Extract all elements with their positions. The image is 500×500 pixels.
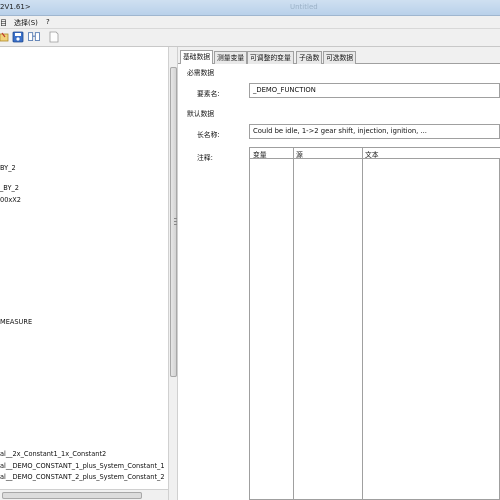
column-header-text[interactable]: 文本 bbox=[365, 149, 379, 159]
tree-horizontal-scroll-thumb[interactable] bbox=[2, 492, 142, 499]
tree-vertical-scroll-thumb[interactable] bbox=[170, 67, 177, 377]
tab-subfunctions[interactable]: 子函数 bbox=[296, 51, 323, 64]
tree-item[interactable]: MEASURE bbox=[0, 318, 32, 326]
tab-basic-data[interactable]: 基础数据 bbox=[180, 50, 214, 65]
tree-item[interactable]: al__DEMO_CONSTANT_1_plus_System_Constant… bbox=[0, 462, 165, 470]
comment-table-header: 变量 源 文本 bbox=[250, 148, 500, 159]
tab-bar: 基础数据 测量变量 可调整的变量 子函数 可选数据 bbox=[178, 50, 500, 65]
tab-optional-data[interactable]: 可选数据 bbox=[323, 51, 357, 64]
basic-data-panel: 必需数据 要素名: _DEMO_FUNCTION 默认数据 长名称: Could… bbox=[178, 64, 500, 500]
menu-bar: 目 选择(S) ? bbox=[0, 16, 500, 29]
document-icon[interactable] bbox=[48, 31, 60, 43]
tree-vertical-scrollbar[interactable] bbox=[168, 47, 178, 500]
title-bar: 2V1.61> Untitled bbox=[0, 0, 500, 16]
comment-table[interactable]: 变量 源 文本 bbox=[249, 147, 500, 500]
long-name-label: 长名称: bbox=[197, 131, 220, 139]
column-header-source[interactable]: 源 bbox=[296, 149, 303, 159]
tree-item[interactable]: al__2x_Constant1_1x_Constant2 bbox=[0, 450, 106, 458]
column-header-variable[interactable]: 变量 bbox=[253, 149, 267, 159]
menu-item-help[interactable]: ? bbox=[46, 18, 50, 26]
menu-item-select[interactable]: 选择(S) bbox=[14, 18, 38, 28]
column-divider bbox=[293, 148, 294, 500]
tree-panel: BY_2 _BY_2 00xX2 MEASURE al__2x_Constant… bbox=[0, 47, 168, 500]
window-ghost-title: Untitled bbox=[290, 3, 318, 11]
default-section-heading: 默认数据 bbox=[187, 110, 215, 118]
tree-item[interactable]: _BY_2 bbox=[0, 184, 19, 192]
tree-item[interactable]: al__DEMO_CONSTANT_2_plus_System_Constant… bbox=[0, 473, 165, 481]
tree-horizontal-scrollbar[interactable] bbox=[0, 489, 168, 500]
tab-measurement-variables[interactable]: 测量变量 bbox=[214, 51, 248, 64]
required-section-heading: 必需数据 bbox=[187, 69, 215, 77]
save-icon[interactable] bbox=[12, 31, 24, 43]
column-divider bbox=[362, 148, 363, 500]
comment-label: 注释: bbox=[197, 154, 213, 162]
tab-adjustable-variables[interactable]: 可调整的变量 bbox=[247, 51, 294, 64]
element-name-field[interactable]: _DEMO_FUNCTION bbox=[249, 83, 500, 98]
window-title: 2V1.61> bbox=[0, 3, 31, 11]
tree-item[interactable]: 00xX2 bbox=[0, 196, 21, 204]
toolbar bbox=[0, 29, 500, 47]
detail-panel: 基础数据 测量变量 可调整的变量 子函数 可选数据 必需数据 要素名: _DEM… bbox=[178, 47, 500, 500]
element-name-label: 要素名: bbox=[197, 90, 220, 98]
tree-item[interactable]: BY_2 bbox=[0, 164, 16, 172]
compare-icon[interactable] bbox=[28, 31, 40, 43]
long-name-field[interactable]: Could be idle, 1->2 gear shift, injectio… bbox=[249, 124, 500, 139]
open-icon[interactable] bbox=[0, 31, 12, 43]
menu-item-view[interactable]: 目 bbox=[0, 18, 7, 28]
